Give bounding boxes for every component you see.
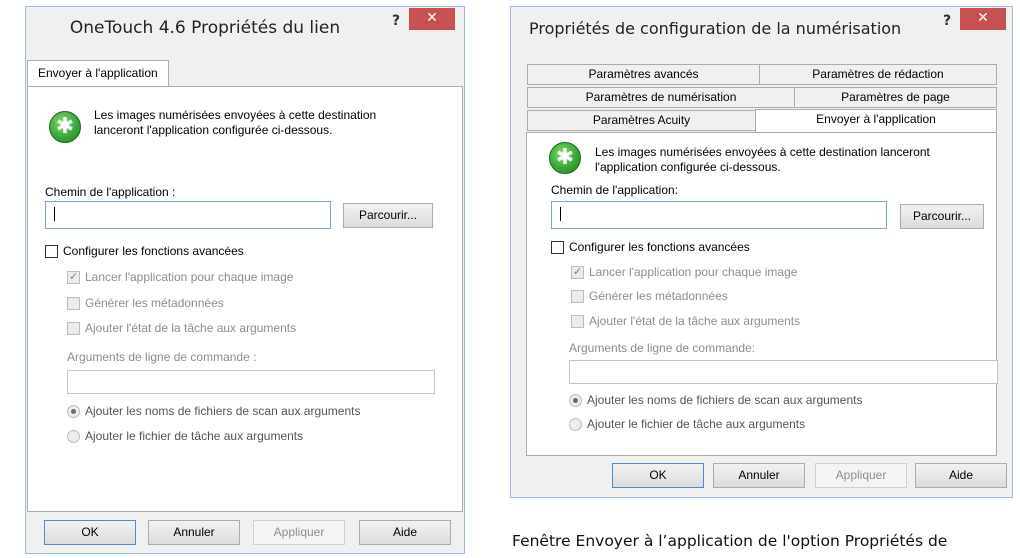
- dialog-title: Propriétés de configuration de la numéri…: [529, 19, 902, 38]
- tab-pane: ✱ Les images numérisées envoyées à cette…: [526, 132, 998, 456]
- help-question-button[interactable]: ?: [935, 11, 959, 33]
- launch-each-image-checkbox[interactable]: ✓: [571, 266, 584, 279]
- browse-button[interactable]: Parcourir...: [343, 203, 433, 228]
- advanced-functions-checkbox[interactable]: [45, 245, 58, 258]
- tab-page-settings[interactable]: Paramètres de page: [794, 87, 997, 108]
- tab-scan-settings[interactable]: Paramètres de numérisation: [527, 87, 795, 108]
- tab-send-to-application[interactable]: Envoyer à l'application: [27, 60, 169, 87]
- cmd-args-input[interactable]: [67, 370, 435, 394]
- info-star-icon: ✱: [549, 142, 581, 174]
- add-scan-filenames-label: Ajouter les noms de fichiers de scan aux…: [85, 404, 361, 418]
- tab-send-to-application[interactable]: Envoyer à l'application: [755, 109, 997, 132]
- advanced-functions-checkbox[interactable]: [551, 241, 564, 254]
- info-star-icon: ✱: [49, 111, 81, 143]
- add-scan-filenames-radio[interactable]: [67, 405, 80, 418]
- add-job-file-label: Ajouter le fichier de tâche aux argument…: [587, 417, 806, 431]
- launch-each-image-checkbox[interactable]: ✓: [67, 271, 80, 284]
- browse-button[interactable]: Parcourir...: [900, 204, 984, 229]
- add-job-file-label: Ajouter le fichier de tâche aux argument…: [85, 429, 304, 443]
- info-text: Les images numérisées envoyées à cette d…: [94, 108, 377, 137]
- close-button[interactable]: ✕: [409, 8, 455, 30]
- add-job-state-label: Ajouter l'état de la tâche aux arguments: [85, 321, 297, 335]
- tab-pane: ✱ Les images numérisées envoyées à cette…: [27, 86, 463, 512]
- ok-button[interactable]: OK: [612, 463, 704, 488]
- add-scan-filenames-label: Ajouter les noms de fichiers de scan aux…: [587, 393, 863, 407]
- add-scan-filenames-radio[interactable]: [569, 394, 582, 407]
- help-button[interactable]: Aide: [915, 463, 1007, 488]
- title-bar: OneTouch 4.6 Propriétés du lien ? ✕: [26, 7, 464, 51]
- app-path-label: Chemin de l'application :: [45, 185, 176, 199]
- help-button[interactable]: Aide: [359, 520, 451, 545]
- help-question-button[interactable]: ?: [384, 11, 408, 33]
- app-path-input[interactable]: [551, 201, 887, 229]
- scan-configuration-properties-dialog: Propriétés de configuration de la numéri…: [510, 6, 1013, 498]
- cmd-args-input[interactable]: [569, 360, 998, 384]
- app-path-label: Chemin de l'application:: [551, 183, 679, 197]
- figure-caption: Fenêtre Envoyer à l’application de l'opt…: [512, 532, 948, 550]
- app-path-input[interactable]: [45, 201, 331, 229]
- launch-each-image-label: Lancer l'application pour chaque image: [589, 265, 798, 279]
- add-job-file-radio[interactable]: [67, 430, 80, 443]
- title-bar: Propriétés de configuration de la numéri…: [511, 7, 1012, 51]
- cancel-button[interactable]: Annuler: [148, 520, 240, 545]
- add-job-state-checkbox[interactable]: [67, 322, 80, 335]
- close-button[interactable]: ✕: [960, 8, 1006, 30]
- launch-each-image-label: Lancer l'application pour chaque image: [85, 270, 294, 284]
- generate-metadata-label: Générer les métadonnées: [589, 289, 728, 303]
- advanced-functions-label: Configurer les fonctions avancées: [63, 244, 244, 258]
- apply-button[interactable]: Appliquer: [253, 520, 345, 545]
- add-job-state-checkbox[interactable]: [571, 315, 584, 328]
- tab-advanced-settings[interactable]: Paramètres avancés: [527, 64, 760, 85]
- advanced-functions-label: Configurer les fonctions avancées: [569, 240, 750, 254]
- cancel-button[interactable]: Annuler: [713, 463, 805, 488]
- add-job-state-label: Ajouter l'état de la tâche aux arguments: [589, 314, 801, 328]
- onetouch-link-properties-dialog: OneTouch 4.6 Propriétés du lien ? ✕ Envo…: [25, 6, 465, 554]
- info-text: Les images numérisées envoyées à cette d…: [595, 145, 930, 174]
- ok-button[interactable]: OK: [44, 520, 136, 545]
- generate-metadata-checkbox[interactable]: [67, 297, 80, 310]
- tab-acuity-settings[interactable]: Paramètres Acuity: [527, 110, 756, 131]
- generate-metadata-checkbox[interactable]: [571, 290, 584, 303]
- dialog-title: OneTouch 4.6 Propriétés du lien: [69, 18, 341, 38]
- cmd-args-label: Arguments de ligne de commande :: [67, 350, 257, 364]
- apply-button[interactable]: Appliquer: [815, 463, 907, 488]
- cmd-args-label: Arguments de ligne de commande:: [569, 341, 756, 355]
- add-job-file-radio[interactable]: [569, 418, 582, 431]
- tab-redaction-settings[interactable]: Paramètres de rédaction: [759, 64, 997, 85]
- generate-metadata-label: Générer les métadonnées: [85, 296, 224, 310]
